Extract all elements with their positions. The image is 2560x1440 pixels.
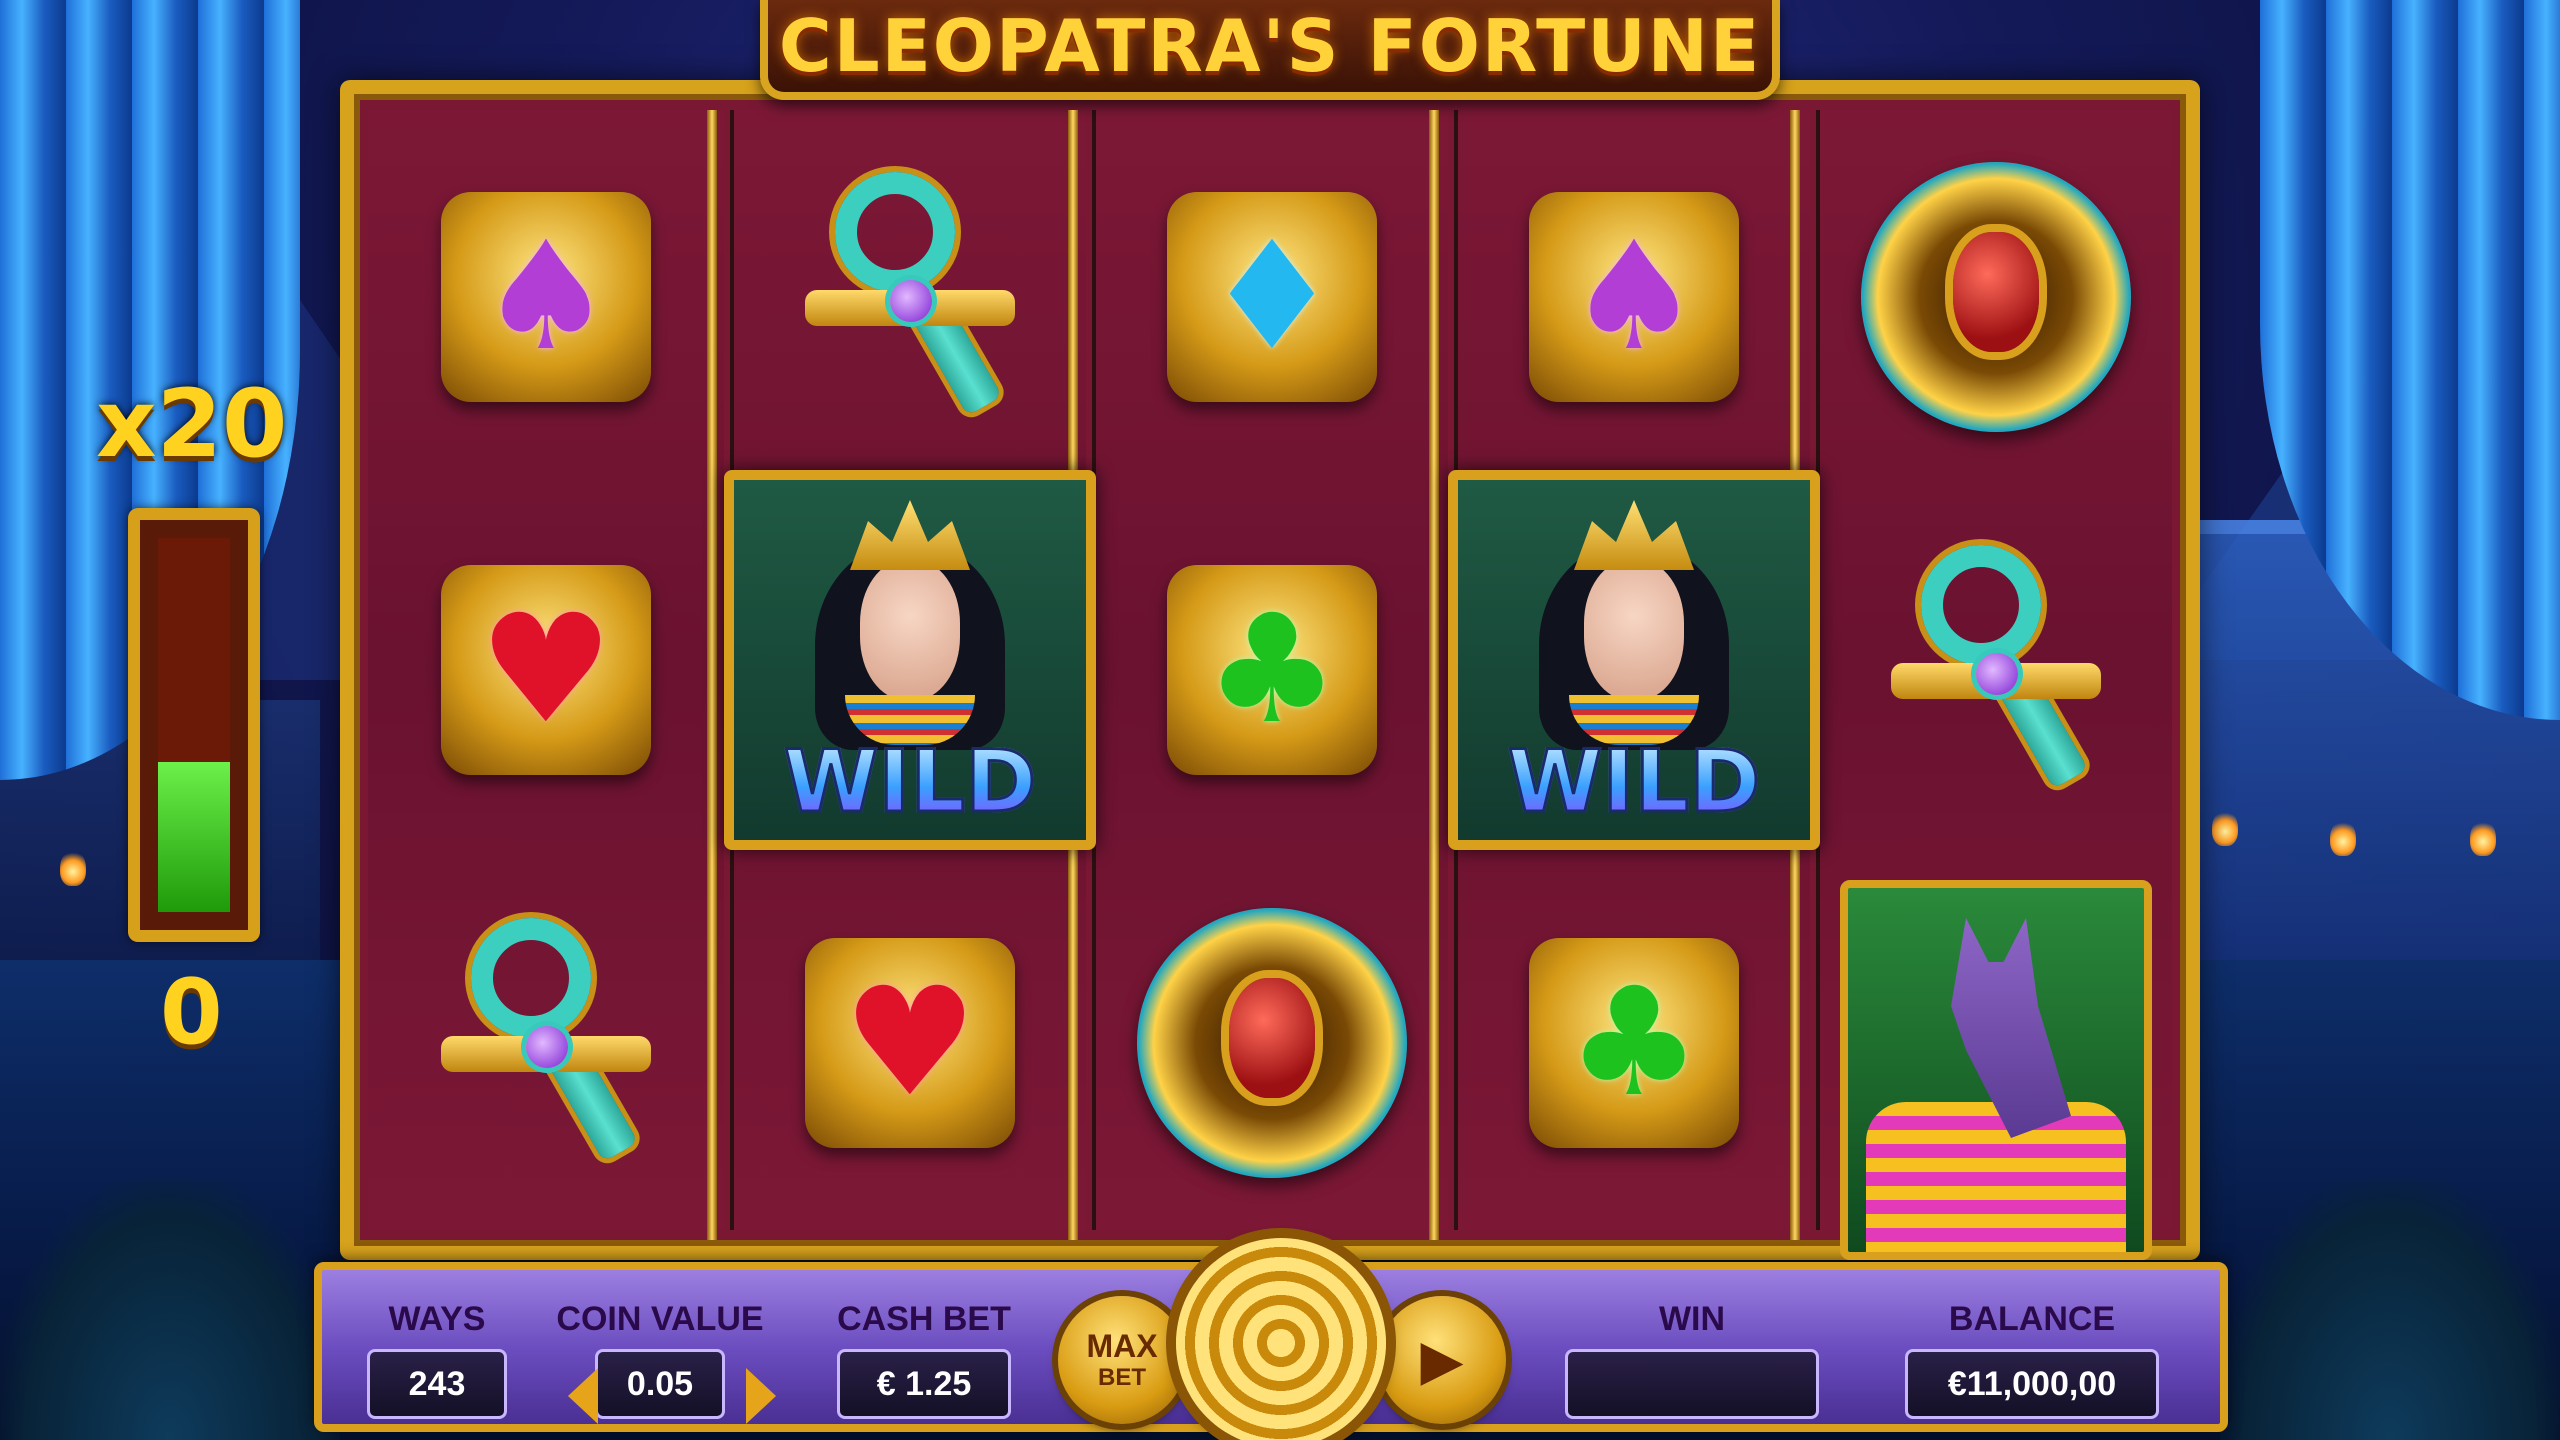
reel-cell: ♣ bbox=[1458, 857, 1810, 1230]
heart-icon: ♥ bbox=[478, 582, 614, 757]
wild-label: WILD bbox=[1506, 731, 1762, 834]
cleopatra-wild-symbol: WILD bbox=[724, 470, 1096, 850]
reel-1: ♠ ♥ bbox=[368, 110, 724, 1230]
reel-cell: ♥ bbox=[734, 857, 1086, 1230]
coin-value: 0.05 bbox=[595, 1349, 725, 1419]
reel-cell: ♦ bbox=[1096, 110, 1448, 483]
heart-icon: ♥ bbox=[842, 956, 978, 1131]
reel-4: ♠ ♣ WILD bbox=[1448, 110, 1820, 1230]
max-bet-line1: MAX bbox=[1086, 1328, 1158, 1364]
game-title: CLEOPATRA'S FORTUNE bbox=[778, 4, 1762, 88]
coin-value-label: COIN VALUE bbox=[556, 1300, 764, 1338]
balance-label: BALANCE bbox=[1948, 1300, 2116, 1338]
reel-divider bbox=[707, 110, 717, 1240]
ways-value: 243 bbox=[367, 1349, 507, 1419]
multiplier-meter bbox=[128, 508, 260, 942]
meter-track bbox=[158, 538, 230, 912]
torch-icon bbox=[60, 850, 86, 886]
red-heart-gem-symbol: ♥ bbox=[441, 564, 651, 775]
foliage-right bbox=[2220, 1180, 2560, 1440]
balance-group: BALANCE €11,000,00 bbox=[1902, 1300, 2162, 1419]
win-value bbox=[1565, 1349, 1819, 1419]
purple-spade-gem-symbol: ♠ bbox=[1529, 191, 1739, 402]
wild-label: WILD bbox=[782, 731, 1038, 834]
autoplay-button[interactable]: ▶ bbox=[1378, 1296, 1506, 1424]
club-icon: ♣ bbox=[1204, 582, 1340, 757]
scarab-icon bbox=[1953, 231, 2039, 352]
ways-label: WAYS bbox=[388, 1300, 486, 1338]
torch-icon bbox=[2470, 820, 2496, 856]
ways-group: WAYS 243 bbox=[362, 1300, 512, 1419]
ankh-symbol bbox=[795, 171, 1025, 422]
max-bet-button[interactable]: MAX BET bbox=[1058, 1296, 1186, 1424]
reel-2: ♥ WILD bbox=[724, 110, 1096, 1230]
reel-cell: ♠ bbox=[1458, 110, 1810, 483]
cash-bet-label: CASH BET bbox=[837, 1300, 1011, 1338]
spin-button[interactable] bbox=[1176, 1238, 1386, 1440]
cleopatra-wild-symbol: WILD bbox=[1448, 470, 1820, 850]
ankh-symbol bbox=[1881, 544, 2111, 795]
torch-icon bbox=[2212, 810, 2238, 846]
scarab-icon bbox=[1229, 978, 1315, 1099]
diamond-icon: ♦ bbox=[1204, 209, 1340, 384]
balance-value: €11,000,00 bbox=[1905, 1349, 2159, 1419]
green-club-gem-symbol: ♣ bbox=[1529, 938, 1739, 1149]
multiplier-label: x20 bbox=[96, 370, 288, 479]
blue-diamond-gem-symbol: ♦ bbox=[1167, 191, 1377, 402]
reel-cell: ♣ bbox=[1096, 483, 1448, 856]
ankh-symbol bbox=[431, 918, 661, 1168]
coin-decrease-arrow-icon[interactable] bbox=[568, 1368, 598, 1424]
coin-increase-arrow-icon[interactable] bbox=[746, 1368, 776, 1424]
scarab-coin-symbol bbox=[1861, 161, 2131, 432]
title-plate: CLEOPATRA'S FORTUNE bbox=[760, 0, 1780, 100]
reel-3: ♦ ♣ bbox=[1092, 110, 1448, 1230]
cash-bet-value: € 1.25 bbox=[837, 1349, 1011, 1419]
torch-icon bbox=[2330, 820, 2356, 856]
reel-cell: ♠ bbox=[368, 110, 724, 483]
reel-cell bbox=[1096, 857, 1448, 1230]
spade-icon: ♠ bbox=[478, 209, 614, 384]
anubis-symbol bbox=[1840, 880, 2152, 1260]
meter-fill bbox=[158, 762, 230, 912]
cleopatra-portrait bbox=[1539, 500, 1729, 750]
spiral-spin-icon bbox=[1176, 1238, 1386, 1440]
reel-5 bbox=[1816, 110, 2172, 1260]
autoplay-icon: ▶ bbox=[1420, 1327, 1464, 1393]
club-icon: ♣ bbox=[1566, 956, 1702, 1131]
game-scene: ♠ ♥ ♥ WILD ♦ ♣ ♠ ♣ WILD CLEOPATRA'S FORT… bbox=[0, 0, 2560, 1440]
reel-divider bbox=[1429, 110, 1439, 1240]
scarab-coin-symbol bbox=[1137, 908, 1407, 1179]
red-heart-gem-symbol: ♥ bbox=[805, 938, 1015, 1149]
multiplier-count: 0 bbox=[160, 960, 223, 1065]
reel-grid: ♠ ♥ ♥ WILD ♦ ♣ ♠ ♣ WILD bbox=[368, 110, 2172, 1260]
spade-icon: ♠ bbox=[1566, 209, 1702, 384]
reel-cell bbox=[1820, 110, 2172, 483]
reel-cell bbox=[368, 857, 724, 1230]
win-label: WIN bbox=[1658, 1300, 1726, 1338]
cleopatra-portrait bbox=[815, 500, 1005, 750]
cash-bet-group: CASH BET € 1.25 bbox=[834, 1300, 1014, 1419]
max-bet-line2: BET bbox=[1098, 1364, 1146, 1391]
reel-cell: ♥ bbox=[368, 483, 724, 856]
foliage-left bbox=[0, 1180, 340, 1440]
reel-cell bbox=[1820, 483, 2172, 856]
purple-spade-gem-symbol: ♠ bbox=[441, 191, 651, 402]
reel-cell bbox=[734, 110, 1086, 483]
win-group: WIN bbox=[1562, 1300, 1822, 1419]
green-club-gem-symbol: ♣ bbox=[1167, 564, 1377, 775]
